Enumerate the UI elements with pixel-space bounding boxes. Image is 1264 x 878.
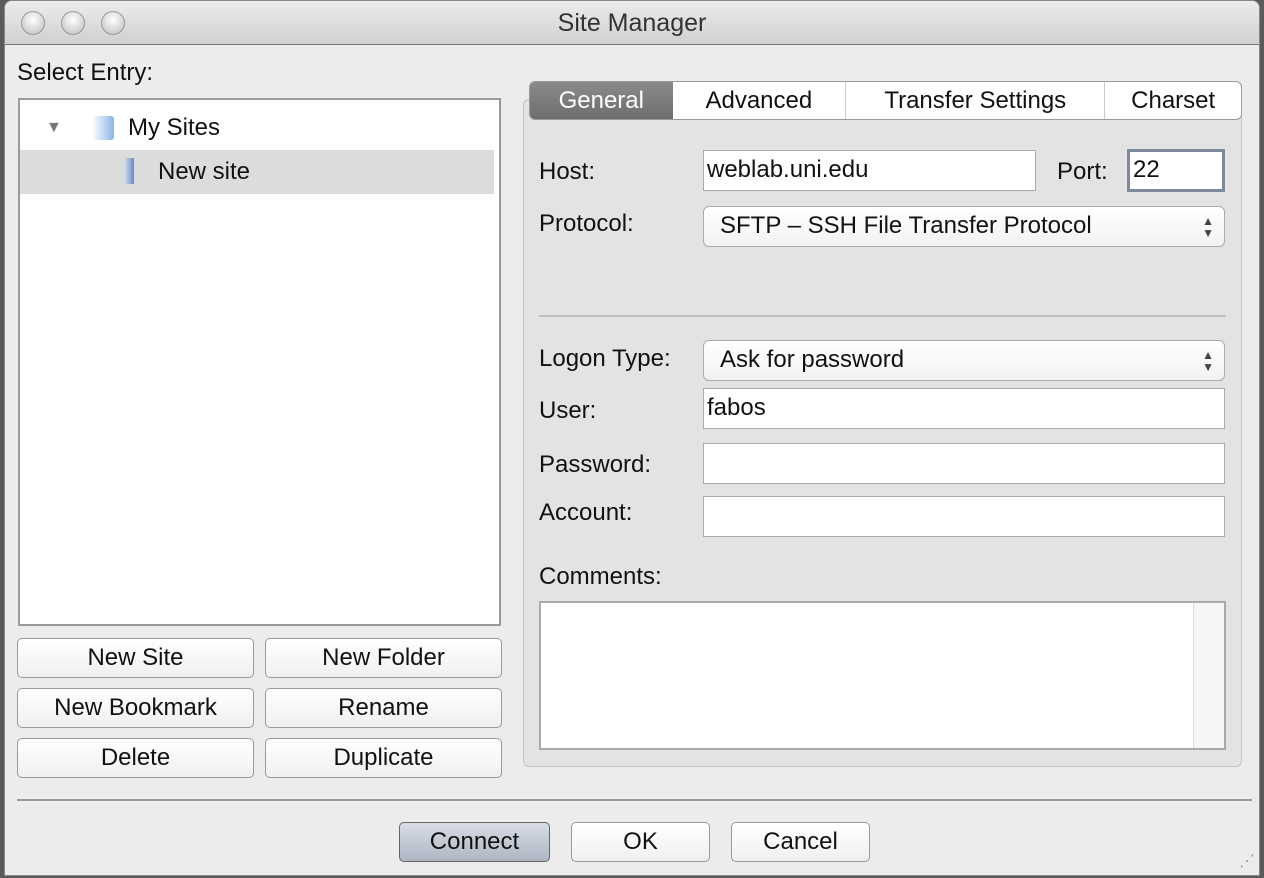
tab-charset[interactable]: Charset [1104,82,1241,119]
zoom-window-button[interactable] [101,11,125,35]
user-label: User: [539,397,597,424]
port-label: Port: [1057,158,1108,185]
account-input[interactable] [703,496,1225,537]
delete-button[interactable]: Delete [17,738,254,778]
server-icon [124,158,134,184]
minimize-window-button[interactable] [61,11,85,35]
new-folder-button[interactable]: New Folder [265,638,502,678]
select-arrows-icon: ▲ ▼ [1202,348,1214,374]
protocol-select[interactable]: SFTP – SSH File Transfer Protocol ▲ ▼ [703,206,1225,247]
new-site-button[interactable]: New Site [17,638,254,678]
tree-item-label: New site [158,158,251,185]
protocol-value: SFTP – SSH File Transfer Protocol [720,212,1092,239]
duplicate-button[interactable]: Duplicate [265,738,502,778]
tab-general[interactable]: General [530,82,673,119]
select-entry-label: Select Entry: [17,59,154,86]
site-tree[interactable]: ▼ My Sites New site [18,98,501,626]
host-input[interactable]: weblab.uni.edu [703,150,1036,191]
password-input[interactable] [703,443,1225,484]
user-input[interactable]: fabos [703,388,1225,429]
logon-type-label: Logon Type: [539,345,671,372]
resize-grip-icon[interactable]: ⋰ [1239,851,1255,871]
tree-item-label: My Sites [128,114,221,141]
tree-item-new-site[interactable]: New site [20,150,494,194]
tab-bar: General Advanced Transfer Settings Chars… [529,81,1242,120]
comments-label: Comments: [539,563,662,590]
protocol-label: Protocol: [539,210,634,237]
logon-type-select[interactable]: Ask for password ▲ ▼ [703,340,1225,381]
window-title: Site Manager [557,9,707,37]
site-manager-window: Site Manager Select Entry: ▼ My Sites Ne… [4,0,1260,876]
select-arrows-icon: ▲ ▼ [1202,214,1214,240]
title-bar: Site Manager [5,1,1259,45]
ok-button[interactable]: OK [571,822,710,862]
divider [539,315,1226,317]
expand-triangle-icon[interactable]: ▼ [46,106,62,150]
cancel-button[interactable]: Cancel [731,822,870,862]
rename-button[interactable]: Rename [265,688,502,728]
logon-type-value: Ask for password [720,346,905,373]
port-input[interactable]: 22 [1127,149,1225,192]
comments-textarea[interactable] [539,601,1226,750]
folder-icon [92,116,114,140]
tab-transfer-settings[interactable]: Transfer Settings [845,82,1104,119]
footer-divider [17,799,1252,801]
password-label: Password: [539,451,652,478]
connect-button[interactable]: Connect [399,822,550,862]
new-bookmark-button[interactable]: New Bookmark [17,688,254,728]
comments-scrollbar[interactable] [1193,603,1224,748]
close-window-button[interactable] [21,11,45,35]
tab-advanced[interactable]: Advanced [673,82,846,119]
tree-item-my-sites[interactable]: ▼ My Sites [20,106,494,150]
account-label: Account: [539,499,633,526]
host-label: Host: [539,158,596,185]
